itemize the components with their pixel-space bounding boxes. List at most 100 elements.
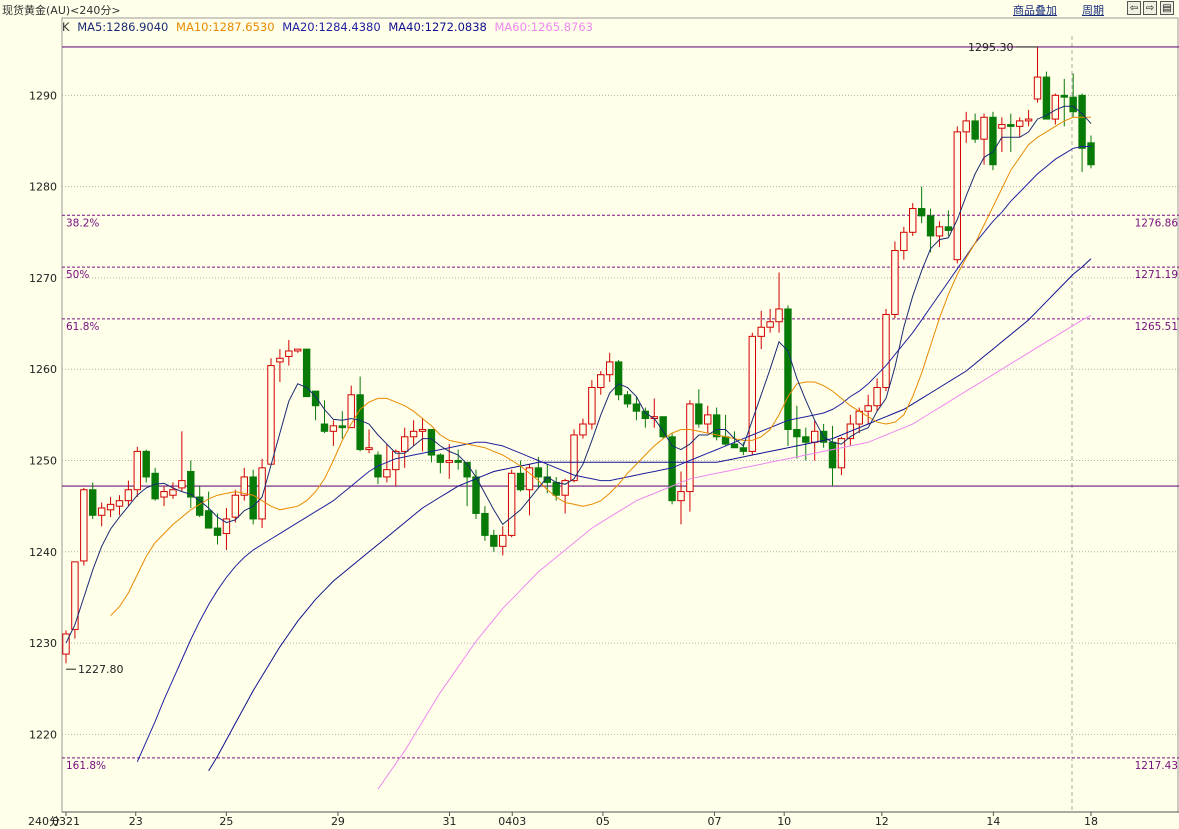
candle-body: [499, 534, 507, 547]
min-price-label: 1227.80: [78, 663, 124, 676]
candle-body: [677, 491, 685, 502]
candle-body: [1007, 124, 1015, 127]
x-tick-label: 25: [219, 815, 233, 828]
candle-body: [721, 436, 730, 445]
x-tick-label: 29: [331, 815, 345, 828]
candle-body: [285, 350, 293, 357]
candle-body: [142, 450, 150, 478]
candle-body: [436, 454, 445, 463]
candle-body: [472, 476, 480, 514]
fib-pct-label: 61.8%: [66, 321, 99, 333]
candle-body: [151, 472, 159, 500]
candle-body: [383, 469, 391, 478]
y-tick-label: 1270: [29, 272, 57, 285]
candle-body: [507, 472, 516, 536]
max-price-label: 1295.30: [968, 41, 1014, 54]
x-tick-label: 0403: [498, 815, 526, 828]
candle-body: [882, 313, 890, 388]
ma10-line: [110, 116, 1091, 617]
candle-body: [712, 414, 721, 438]
x-tick-label: 31: [443, 815, 457, 828]
candle-body: [659, 416, 667, 438]
candle-body: [481, 512, 489, 536]
candle-body: [1024, 118, 1033, 122]
candle-body: [730, 443, 739, 449]
candle-body: [909, 208, 917, 233]
candle-body: [989, 116, 997, 166]
candle-body: [695, 403, 703, 425]
x-tick-label: 18: [1084, 815, 1098, 828]
ma20-line: [136, 146, 1091, 763]
candle-body: [704, 414, 712, 425]
candle-body: [998, 124, 1006, 129]
candle-body: [802, 436, 810, 443]
candle-body: [160, 491, 168, 498]
candle-body: [204, 510, 213, 529]
fib-value-label: 1276.86: [1135, 217, 1179, 229]
candle-body: [891, 250, 899, 315]
candle-body: [311, 390, 320, 407]
candle-body: [97, 507, 106, 516]
candle-body: [516, 472, 525, 491]
candle-body: [632, 403, 641, 412]
candle-body: [320, 423, 329, 432]
y-tick-label: 1230: [29, 637, 57, 650]
candle-body: [775, 308, 783, 323]
x-tick-label: 12: [875, 815, 889, 828]
candle-body: [597, 374, 605, 388]
candle-body: [971, 120, 979, 140]
candle-body: [89, 489, 97, 516]
candle-body: [276, 357, 284, 363]
candle-body: [409, 430, 418, 438]
candle-body: [258, 467, 266, 520]
x-tick-label: 14: [986, 815, 1000, 828]
candle-body: [837, 438, 846, 469]
candle-body: [490, 534, 498, 547]
x-tick-label: 0321: [52, 815, 80, 828]
candle-body: [926, 215, 935, 237]
x-tick-label: 07: [707, 815, 721, 828]
candle-body: [588, 386, 596, 425]
candle-body: [980, 116, 988, 140]
y-tick-label: 1290: [29, 89, 57, 102]
candle-body: [1078, 94, 1086, 149]
candle-body: [347, 394, 355, 429]
candle-body: [133, 450, 142, 491]
candle-body: [231, 494, 240, 518]
candle-body: [1015, 120, 1024, 127]
candle-body: [338, 425, 347, 429]
candle-body: [1069, 96, 1077, 113]
candle-body: [445, 460, 453, 463]
candle-body: [1060, 94, 1068, 98]
candle-body: [356, 394, 364, 451]
y-tick-label: 1240: [29, 546, 57, 559]
fib-pct-label: 161.8%: [66, 760, 106, 772]
fib-value-label: 1265.51: [1135, 321, 1178, 333]
candle-body: [534, 467, 543, 478]
candle-body: [766, 321, 774, 328]
candle-body: [213, 527, 222, 536]
candle-body: [106, 503, 115, 511]
fib-pct-label: 38.2%: [66, 217, 99, 229]
y-tick-label: 1220: [29, 728, 57, 741]
candlestick-chart[interactable]: 12201230124012501260127012801290240分0321…: [0, 0, 1179, 829]
x-tick-label: 05: [596, 815, 610, 828]
y-tick-label: 1260: [29, 363, 57, 376]
candle-body: [962, 120, 970, 133]
candle-body: [1051, 94, 1060, 120]
candle-body: [873, 386, 881, 407]
fib-pct-label: 50%: [66, 269, 89, 281]
candle-body: [828, 441, 837, 469]
candle-body: [739, 447, 748, 452]
candle-body: [552, 481, 560, 496]
candle-body: [623, 394, 632, 405]
candle-body: [944, 226, 953, 231]
x-tick-label: 10: [777, 815, 791, 828]
chart-window: 现货黄金(AU)<240分> 商品叠加 周期 ⇦ ⇨ ▤ K MA5:1286.…: [0, 0, 1179, 829]
candle-body: [115, 500, 124, 507]
candle-body: [400, 436, 409, 452]
candle-body: [793, 428, 801, 438]
candle-body: [365, 447, 373, 451]
candle-body: [169, 489, 177, 496]
candle-body: [864, 405, 872, 412]
